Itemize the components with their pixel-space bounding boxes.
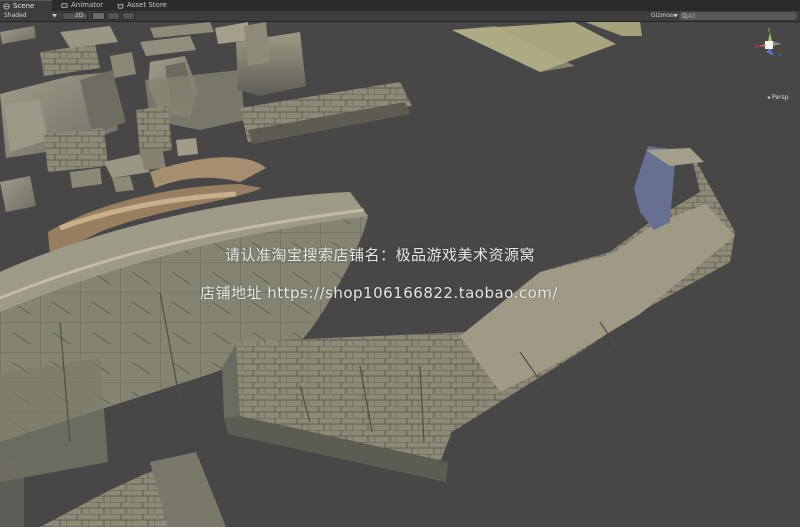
watermark-line-2: 店铺地址 https://shop106166822.taobao.com/ <box>200 284 558 302</box>
projection-label: Persp <box>772 94 789 101</box>
asset-store-icon <box>117 4 124 9</box>
chevron-down-icon <box>52 14 57 18</box>
gizmos-label: Gizmos <box>651 12 674 19</box>
scene-toolbar: Shaded 2D Gizmos <box>0 11 800 27</box>
tab-animator-label: Animator <box>71 1 104 9</box>
scene-render: y x z <box>0 22 782 527</box>
scene-viewport[interactable]: y x z ◂ Persp 请认准淘宝搜索店铺名：极品游戏美术资源窝 店铺地址 h… <box>0 22 800 527</box>
shading-mode-dropdown[interactable]: Shaded <box>4 12 58 20</box>
chevron-down-icon <box>673 14 678 18</box>
audio-toggle-button[interactable] <box>107 12 120 27</box>
scene-icon <box>3 3 10 10</box>
tab-scene[interactable]: Scene <box>0 0 52 11</box>
editor-tab-bar: Scene Animator Asset Store <box>0 0 800 11</box>
gizmo-z-axis-label: z <box>779 52 782 58</box>
search-field[interactable] <box>679 12 797 20</box>
2d-mode-button[interactable]: 2D <box>62 12 88 20</box>
projection-toggle[interactable]: ◂ Persp <box>767 94 789 101</box>
search-input[interactable] <box>688 12 788 20</box>
animator-icon <box>61 3 68 8</box>
scene-orientation-gizmo[interactable]: y x z <box>755 27 782 58</box>
grass-plane-tiles <box>452 22 642 72</box>
watermark-line-1: 请认准淘宝搜索店铺名：极品游戏美术资源窝 <box>225 246 536 264</box>
gizmos-dropdown[interactable]: Gizmos <box>651 12 678 20</box>
gizmo-x-axis-label: x <box>755 44 758 50</box>
effects-toggle-button[interactable] <box>122 12 135 27</box>
lighting-toggle-button[interactable] <box>92 12 105 27</box>
shading-mode-label: Shaded <box>4 12 27 19</box>
tab-animator[interactable]: Animator <box>58 0 116 11</box>
tab-asset-store[interactable]: Asset Store <box>114 0 178 11</box>
tab-asset-store-label: Asset Store <box>127 1 167 9</box>
unity-editor-window: Scene Animator Asset Store Shaded 2D Giz… <box>0 0 800 527</box>
tab-scene-label: Scene <box>13 2 35 10</box>
gizmo-y-axis-label: y <box>768 27 771 33</box>
2d-mode-label: 2D <box>75 12 84 19</box>
persp-icon: ◂ <box>767 94 771 101</box>
